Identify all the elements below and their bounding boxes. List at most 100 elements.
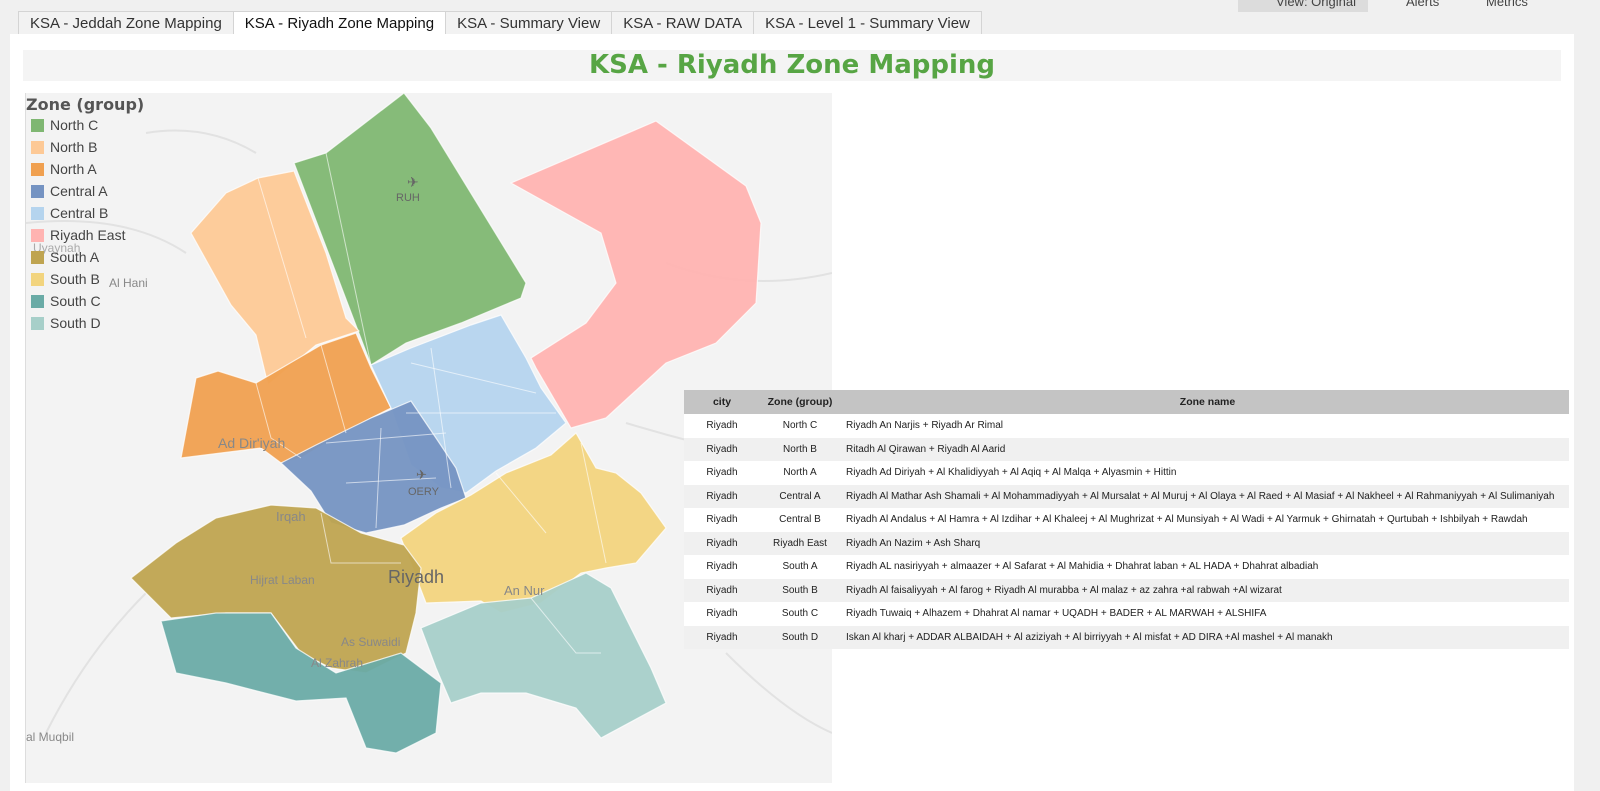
cell-city: Riyadh [706, 467, 738, 478]
cell-zone: South B [782, 584, 818, 596]
tab-summary-view[interactable]: KSA - Summary View [445, 11, 613, 35]
cell-city: Riyadh [706, 584, 738, 596]
map-label-al-muqbil: al Muqbil [26, 730, 75, 744]
legend-swatch [31, 140, 44, 154]
legend-label: South A [50, 249, 100, 265]
map-label-as-suwaidi: As Suwaidi [341, 635, 401, 649]
legend-swatch [31, 250, 44, 264]
legend-label: North A [50, 161, 97, 177]
metrics-button[interactable]: Metrics [1486, 0, 1528, 9]
cell-city: Riyadh [706, 631, 738, 643]
cell-zone-name: Ritadh Al Qirawan + Riyadh Al Aarid [846, 443, 1006, 455]
map-label-riyadh: Riyadh [388, 567, 445, 587]
legend-item-riyadh-east[interactable]: Riyadh East [31, 225, 125, 245]
alerts-button[interactable]: Alerts [1406, 0, 1439, 9]
legend-title: Zone (group) [26, 95, 145, 114]
airport-icon-oery: ✈ [416, 468, 427, 483]
svg-text:✈: ✈ [416, 468, 427, 483]
legend-label: Riyadh East [50, 227, 126, 243]
legend-label: North B [50, 139, 98, 155]
svg-text:✈: ✈ [407, 175, 419, 191]
map-label-al-hani: Al Hani [109, 276, 148, 290]
zone-name-table: city Zone (group) Zone name Riyadh North … [684, 390, 1569, 649]
view-original-label[interactable]: View: Original [1276, 0, 1356, 9]
legend-item-central-a[interactable]: Central A [31, 181, 108, 201]
cell-zone-name: Riyadh Tuwaiq + Alhazem + Dhahrat Al nam… [846, 608, 1267, 619]
table-row[interactable]: Riyadh Central A Riyadh Al Mathar Ash Sham… [684, 484, 1569, 508]
legend-swatch [31, 162, 44, 176]
map-label-oery: OERY [408, 486, 439, 498]
legend-item-north-b[interactable]: North B [31, 137, 97, 157]
tab-raw-data[interactable]: KSA - RAW DATA [611, 11, 755, 35]
cell-zone: Central B [779, 514, 821, 525]
map-label-al-zahrah: Al Zahrah [311, 656, 364, 670]
legend-swatch [31, 294, 44, 308]
legend-item-central-b[interactable]: Central B [31, 203, 108, 223]
cell-zone: South D [781, 631, 819, 643]
legend-label: North C [50, 117, 99, 133]
table-row[interactable]: Riyadh South C Riyadh Tuwaiq + Alhazem + D… [684, 602, 1569, 626]
table-row[interactable]: Riyadh North C Riyadh An Narjis + Riyadh A… [684, 414, 1569, 438]
sheet-tabs: KSA - Jeddah Zone Mapping KSA - Riyadh Z… [18, 11, 982, 36]
tab-riyadh-zone-mapping[interactable]: KSA - Riyadh Zone Mapping [232, 11, 447, 36]
legend-swatch [31, 184, 44, 198]
legend-label: South B [50, 271, 100, 287]
legend-item-north-c[interactable]: North C [31, 115, 98, 135]
legend-swatch [31, 118, 44, 132]
table-header: city Zone (group) Zone name [684, 390, 1569, 414]
legend-item-south-b[interactable]: South B [31, 269, 100, 289]
map-label-an-nur: An Nur [504, 583, 545, 598]
cell-zone-name: Riyadh Al Mathar Ash Shamali + Al Mohamm… [846, 490, 1555, 502]
cell-city: Riyadh [706, 561, 738, 572]
map-label-ruh: RUH [396, 192, 420, 204]
cell-zone-name: Riyadh AL nasiriyyah + almaazer + Al Saf… [846, 561, 1319, 572]
cell-zone-name: Riyadh Ad Diriyah + Al Khalidiyyah + Al … [846, 467, 1177, 478]
cell-city: Riyadh [706, 608, 738, 619]
table-body: Riyadh North C Riyadh An Narjis + Riyadh A… [684, 414, 1569, 649]
legend-label: South D [50, 315, 101, 331]
table-row[interactable]: Riyadh South D Iskan Al kharj + ADDAR ALBA… [684, 625, 1569, 649]
cell-zone: South C [781, 608, 819, 619]
dashboard-title: KSA - Riyadh Zone Mapping [23, 50, 1561, 81]
table-row[interactable]: Riyadh Riyadh East Riyadh An Nazim + Ash S… [684, 531, 1569, 555]
cell-zone-name: Riyadh Al Andalus + Al Hamra + Al Izdiha… [846, 514, 1528, 525]
table-row[interactable]: Riyadh Central B Riyadh Al Andalus + Al Ha… [684, 508, 1569, 532]
legend-item-south-c[interactable]: South C [31, 291, 101, 311]
tab-jeddah-zone-mapping[interactable]: KSA - Jeddah Zone Mapping [18, 11, 234, 35]
legend-label: South C [50, 293, 101, 309]
cell-city: Riyadh [706, 420, 738, 431]
cell-zone: Central A [779, 490, 821, 502]
cell-zone: Riyadh East [773, 537, 827, 549]
legend-swatch [31, 316, 44, 330]
legend-item-north-a[interactable]: North A [31, 159, 97, 179]
cell-zone-name: Riyadh An Narjis + Riyadh Ar Rimal [846, 420, 1004, 431]
cell-city: Riyadh [706, 490, 738, 502]
legend-swatch [31, 206, 44, 220]
table-row[interactable]: Riyadh South A Riyadh AL nasiriyyah + alma… [684, 555, 1569, 579]
column-header-zone-group[interactable]: Zone (group) [760, 390, 840, 414]
legend-item-south-d[interactable]: South D [31, 313, 101, 333]
tab-level-1-summary-view[interactable]: KSA - Level 1 - Summary View [753, 11, 982, 35]
cell-city: Riyadh [706, 514, 738, 525]
column-header-city[interactable]: city [684, 390, 760, 414]
legend-item-south-a[interactable]: South A [31, 247, 99, 267]
table-row[interactable]: Riyadh North B Ritadh Al Qirawan + Riyadh … [684, 437, 1569, 461]
map-label-hijrat-laban: Hijrat Laban [250, 573, 315, 587]
cell-zone: South A [782, 561, 818, 572]
legend-swatch [31, 228, 44, 242]
dashboard: KSA - Riyadh Zone Mapping ✈ ✈ RUH OERY A… [10, 34, 1574, 791]
cell-zone-name: Riyadh Al faisaliyyah + Al farog + Riyad… [846, 584, 1282, 596]
legend-label: Central A [50, 183, 108, 199]
column-header-zone-name[interactable]: Zone name [840, 390, 1569, 414]
cell-zone: North C [782, 420, 818, 431]
zone-riyadh-east[interactable] [509, 120, 762, 429]
table-row[interactable]: Riyadh North A Riyadh Ad Diriyah + Al Khal… [684, 461, 1569, 485]
cell-city: Riyadh [706, 443, 738, 455]
legend-swatch [31, 272, 44, 286]
map-label-irqah: Irqah [276, 509, 306, 524]
table-row[interactable]: Riyadh South B Riyadh Al faisaliyyah + Al … [684, 578, 1569, 602]
cell-zone: North B [783, 443, 817, 455]
map-label-ad-diriyah: Ad Dir'iyah [218, 435, 286, 451]
cell-city: Riyadh [706, 537, 738, 549]
cell-zone-name: Iskan Al kharj + ADDAR ALBAIDAH + Al azi… [846, 631, 1333, 643]
